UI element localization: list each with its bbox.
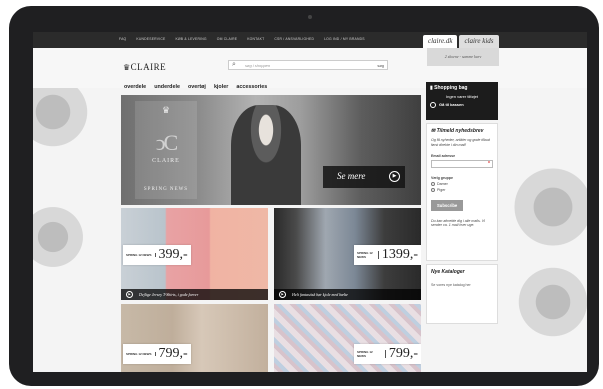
category-overtoj[interactable]: overtøj (188, 84, 206, 90)
subscribe-button[interactable]: Subscribe (431, 199, 464, 211)
crown-icon: ♛ (123, 63, 131, 72)
radio-damer[interactable]: Damer (431, 181, 493, 186)
shopping-bag-title: ▮ Shopping bag (430, 85, 468, 91)
sidebar: ▮ Shopping bag Ingen varer tilføjet Gå t… (426, 82, 498, 324)
product-card[interactable]: SPRING 12 NEWS 1399,- ▶ Helt fantastisk h… (274, 208, 421, 300)
top-nav-kob-levering[interactable]: KØB & LEVERING (175, 37, 206, 41)
header: ♛CLAIRE ⌕ søg i shoppen søg 2 skoene - s… (33, 48, 587, 88)
price: 799,- (158, 346, 188, 361)
tab-claire-kids[interactable]: claire kids (459, 35, 499, 48)
season-label: SPRING 12 NEWS (354, 350, 386, 358)
cg-monogram-icon: ↄC (155, 130, 178, 155)
top-nav: FAQ KUNDESERVICE KØB & LEVERING OM CLAIR… (119, 37, 365, 41)
price: 799,- (388, 346, 418, 361)
hero-season: SPRING NEWS (143, 187, 189, 192)
browser-screen: FAQ KUNDESERVICE KØB & LEVERING OM CLAIR… (33, 32, 587, 372)
site-tabs: claire.dk claire kids (423, 35, 499, 48)
price: 399,- (158, 247, 188, 262)
play-icon: ▶ (126, 291, 133, 298)
season-label: SPRING 12 NEWS (123, 253, 156, 257)
product-caption: ▶ Dejlige Jersey T-Shirts, i gode farver (121, 289, 268, 300)
radio-piger[interactable]: Piger (431, 187, 493, 192)
season-label: SPRING 12 NEWS (354, 251, 379, 259)
newsletter-intro: Og få nyheder, artikler og gode tilbud f… (431, 138, 490, 147)
product-card[interactable]: SPRING 12 NEWS 399,- ▶ Dejlige Jersey T-S… (121, 208, 268, 300)
search-icon: ⌕ (232, 61, 236, 68)
top-nav-kontakt[interactable]: KONTAKT (247, 37, 264, 41)
required-icon: * (488, 160, 490, 167)
catalogs-title: Nye Kataloger (431, 269, 465, 275)
se-mere-button[interactable]: Se mere ▶ (323, 166, 405, 188)
category-underdele[interactable]: underdele (154, 84, 180, 90)
logo[interactable]: ♛CLAIRE (123, 62, 166, 72)
catalogs-text[interactable]: Se vores nye katalog her (431, 283, 493, 287)
catalogs-box[interactable]: Nye Kataloger Se vores nye katalog her (426, 264, 498, 324)
newsletter-title: ✉ Tilmeld nyhedsbrev (431, 128, 484, 134)
search-box[interactable]: ⌕ søg i shoppen søg (228, 60, 388, 70)
email-label: Email adresse (431, 153, 456, 158)
top-nav-login[interactable]: LOG IND / MY BRANDS (324, 37, 365, 41)
hero-banner[interactable]: ♛ ↄC CLAIRE SPRING NEWS Se mere ▶ (121, 95, 421, 205)
tab-claire-dk[interactable]: claire.dk (423, 35, 458, 48)
se-mere-label: Se mere (337, 171, 366, 181)
play-icon: ▶ (279, 291, 286, 298)
hero-model-photo (231, 105, 301, 205)
top-bar: FAQ KUNDESERVICE KØB & LEVERING OM CLAIR… (33, 32, 587, 48)
price: 1399,- (381, 247, 418, 262)
product-card[interactable]: SPRING 12 NEWS 799,- (121, 304, 268, 372)
radio-icon (431, 181, 435, 186)
email-field[interactable]: * (431, 159, 493, 168)
arrow-icon (430, 102, 436, 108)
price-tag: SPRING 12 NEWS 399,- (123, 245, 191, 265)
shopping-bag: ▮ Shopping bag Ingen varer tilføjet Gå t… (426, 82, 498, 120)
flower-decoration (513, 262, 587, 342)
top-nav-csr[interactable]: CSR / ANSVARLIGHED (274, 37, 314, 41)
category-nav: overdele underdele overtøj kjoler access… (124, 84, 267, 90)
bag-empty-text: Ingen varer tilføjet (445, 94, 478, 99)
category-accessories[interactable]: accessories (236, 84, 267, 90)
group-label: Vælg gruppe (431, 175, 453, 180)
product-card[interactable]: SPRING 12 NEWS 799,- (274, 304, 421, 372)
logo-text: CLAIRE (130, 62, 167, 72)
camera-icon (308, 15, 312, 19)
price-tag: SPRING 12 NEWS 1399,- (354, 245, 421, 265)
flower-decoration (33, 202, 88, 272)
search-button[interactable]: søg (377, 63, 384, 68)
crown-icon: ♛ (161, 105, 171, 115)
newsletter-footer: Du kan afmelde dig i alle mails. Vi send… (431, 218, 485, 228)
play-icon: ▶ (389, 171, 400, 182)
radio-icon (431, 187, 435, 192)
bag-status: 2 skoene - samme kurv (427, 48, 499, 66)
season-label: SPRING 12 NEWS (123, 352, 156, 356)
newsletter-box: ✉ Tilmeld nyhedsbrev Og få nyheder, arti… (426, 123, 498, 261)
top-nav-faq[interactable]: FAQ (119, 37, 126, 41)
hero-brand: CLAIRE (152, 158, 180, 164)
top-nav-om-claire[interactable]: OM CLAIRE (217, 37, 237, 41)
search-input[interactable]: søg i shoppen (245, 63, 270, 68)
category-kjoler[interactable]: kjoler (214, 84, 228, 90)
flower-decoration (508, 162, 587, 252)
price-tag: SPRING 12 NEWS 799,- (354, 344, 421, 364)
hero-brand-panel: ♛ ↄC CLAIRE SPRING NEWS (135, 101, 197, 199)
top-nav-kundeservice[interactable]: KUNDESERVICE (136, 37, 165, 41)
checkout-link[interactable]: Gå til kassen (430, 102, 494, 108)
price-tag: SPRING 12 NEWS 799,- (123, 344, 191, 364)
category-overdele[interactable]: overdele (124, 84, 146, 90)
product-caption: ▶ Helt fantastisk hør kjole med bælte (274, 289, 421, 300)
